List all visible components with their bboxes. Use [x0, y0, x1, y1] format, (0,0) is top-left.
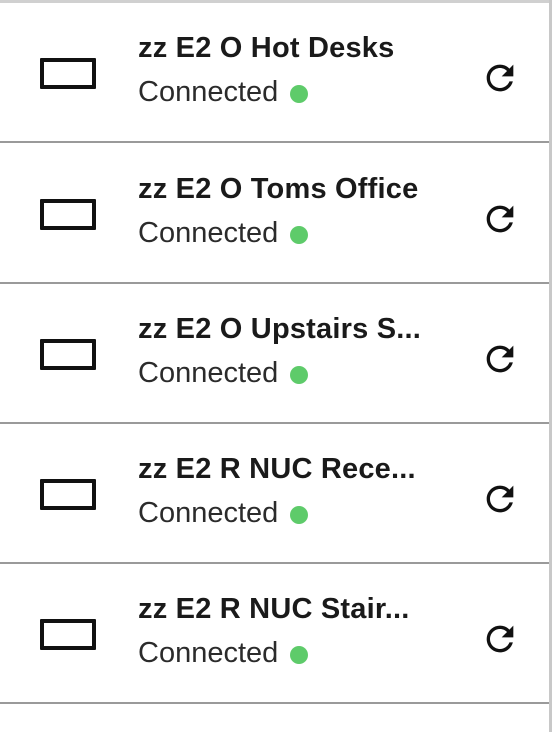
refresh-button[interactable]	[472, 50, 528, 106]
device-name: zz E2 O Toms Office	[138, 173, 419, 205]
status-label: Connected	[138, 76, 279, 108]
device-name: zz E2 O Upstairs S...	[138, 313, 422, 345]
display-icon	[40, 199, 96, 230]
refresh-button[interactable]	[472, 471, 528, 527]
display-icon	[40, 479, 96, 510]
status-label: Connected	[138, 497, 279, 529]
refresh-icon	[486, 625, 514, 653]
device-status: Connected	[138, 497, 309, 530]
status-dot-icon	[290, 225, 309, 244]
next-row-partial	[0, 705, 549, 732]
status-dot-icon	[290, 645, 309, 664]
refresh-icon	[486, 345, 514, 373]
device-name: zz E2 R NUC Rece...	[138, 453, 416, 485]
refresh-icon	[486, 205, 514, 233]
refresh-icon	[486, 64, 514, 92]
device-name: zz E2 O Hot Desks	[138, 32, 395, 64]
status-label: Connected	[138, 357, 279, 389]
device-row[interactable]: zz E2 O Upstairs S... Connected	[0, 285, 549, 424]
device-list: zz E2 O Hot Desks Connected zz E2 O Toms…	[0, 0, 552, 732]
status-dot-icon	[290, 84, 309, 103]
refresh-button[interactable]	[472, 611, 528, 667]
device-name: zz E2 R NUC Stair...	[138, 593, 410, 625]
status-label: Connected	[138, 637, 279, 669]
display-icon	[40, 339, 96, 370]
display-icon	[40, 58, 96, 89]
list-top-border	[0, 0, 549, 3]
device-row[interactable]: zz E2 R NUC Stair... Connected	[0, 565, 549, 704]
refresh-button[interactable]	[472, 191, 528, 247]
device-row[interactable]: zz E2 O Toms Office Connected	[0, 145, 549, 284]
status-label: Connected	[138, 217, 279, 249]
device-status: Connected	[138, 637, 309, 670]
refresh-button[interactable]	[472, 331, 528, 387]
device-row[interactable]: zz E2 O Hot Desks Connected	[0, 4, 549, 143]
status-dot-icon	[290, 505, 309, 524]
device-status: Connected	[138, 357, 309, 390]
device-row[interactable]: zz E2 R NUC Rece... Connected	[0, 425, 549, 564]
display-icon	[40, 619, 96, 650]
device-status: Connected	[138, 76, 309, 109]
status-dot-icon	[290, 365, 309, 384]
refresh-icon	[486, 485, 514, 513]
device-status: Connected	[138, 217, 309, 250]
